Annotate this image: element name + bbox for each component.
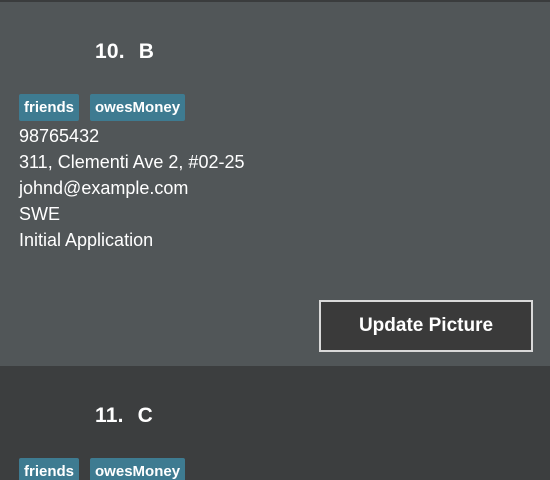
- person-list[interactable]: 10. B friends owesMoney 98765432 311, Cle…: [0, 0, 550, 480]
- update-picture-button[interactable]: Update Picture: [319, 300, 533, 352]
- person-index: 11.: [95, 404, 124, 427]
- person-name: C: [137, 404, 154, 427]
- status-label: Initial Application: [19, 230, 154, 250]
- person-card-header: 10. B: [95, 40, 154, 64]
- tag-list: friends owesMoney: [19, 94, 186, 121]
- tag-badge: friends: [19, 458, 80, 480]
- person-details: 98765432 311, Clementi Ave 2, #02-25 joh…: [19, 123, 244, 253]
- person-name: B: [138, 40, 155, 63]
- tag-badge: owesMoney: [90, 458, 186, 480]
- person-index: 10.: [95, 40, 125, 63]
- role-label: SWE: [19, 204, 61, 224]
- email-label: johnd@example.com: [19, 178, 189, 198]
- tag-badge: friends: [19, 94, 80, 121]
- tag-list: friends owesMoney: [19, 458, 186, 480]
- person-card[interactable]: 10. B friends owesMoney 98765432 311, Cle…: [0, 0, 550, 366]
- person-card-header: 11. C: [95, 404, 153, 428]
- person-card[interactable]: 11. C friends owesMoney: [0, 366, 550, 480]
- tag-badge: owesMoney: [90, 94, 186, 121]
- phone-label: 98765432: [19, 126, 100, 146]
- address-label: 311, Clementi Ave 2, #02-25: [19, 152, 245, 172]
